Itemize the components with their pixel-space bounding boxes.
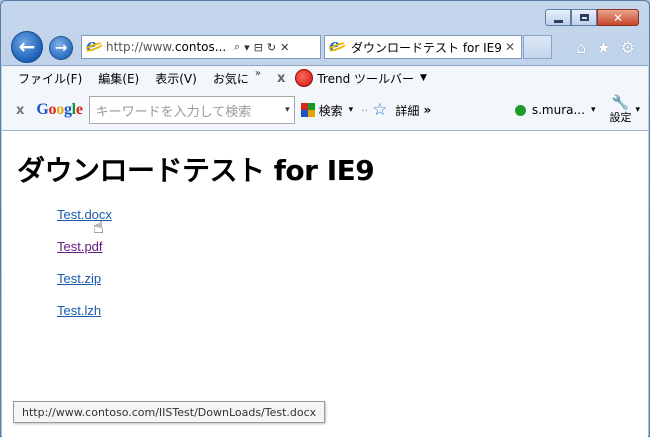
menu-edit[interactable]: 編集(E) [98,70,139,87]
browser-window: ✕ ← → e http://www.contos... ⌕ ▾ ⊟ ↻ ✕ e… [0,0,650,437]
list-item: Test.zip [57,271,112,303]
maximize-button[interactable] [571,9,597,26]
forward-arrow-icon: → [54,38,68,57]
page-content: ダウンロードテスト for IE9 Test.docx Test.pdf Tes… [2,131,648,437]
google-settings-dropdown-icon[interactable]: ▾ [635,105,640,115]
google-more-chevron-icon[interactable]: » [423,103,431,117]
download-link-zip[interactable]: Test.zip [57,271,101,286]
menu-more-chevron-icon[interactable]: » [255,68,261,79]
download-link-pdf[interactable]: Test.pdf [57,239,103,254]
hand-pointer-cursor-icon: ☝ [93,217,104,238]
bookmark-star-icon[interactable]: ☆ [372,100,387,120]
menu-close-icon[interactable]: x [277,71,285,86]
new-tab-button[interactable] [523,35,552,59]
back-button[interactable]: ← [11,31,43,63]
tab-title: ダウンロードテスト for IE9 [351,40,502,55]
list-item: Test.pdf [57,239,112,271]
google-search-button[interactable]: 検索 [319,102,343,119]
maximize-icon [580,14,589,21]
tab-ie-icon: e [326,36,348,56]
gear-icon[interactable]: ⚙ [621,38,635,57]
compatibility-view-icon[interactable]: ⊟ [254,41,263,54]
google-user-button[interactable]: s.mura... [532,103,585,117]
back-arrow-icon: ← [18,34,36,59]
ie-page-icon: e [83,36,105,56]
minimize-icon [554,20,563,23]
address-url[interactable]: http://www.contos... [106,40,230,54]
trend-toolbar-label[interactable]: Trend ツールバー [317,70,414,87]
browser-command-icons: ⌂ ★ ⚙ [576,38,635,57]
stop-icon[interactable]: ✕ [280,41,289,54]
menu-file[interactable]: ファイル(F) [18,70,82,87]
page-title: ダウンロードテスト for IE9 [17,154,375,187]
menu-favorites[interactable]: お気に [213,70,249,87]
list-item: Test.lzh [57,303,112,335]
status-bar-url: http://www.contoso.com/IISTest/DownLoads… [13,401,326,423]
google-logo: Google [36,101,83,118]
navigation-row: ← → e http://www.contos... ⌕ ▾ ⊟ ↻ ✕ e ダ… [1,29,649,65]
home-icon[interactable]: ⌂ [576,38,586,57]
google-toolbar-close-icon[interactable]: x [16,103,24,118]
toolbar-separator: ·· [361,103,369,117]
address-dropdown-icon[interactable]: ▾ [244,41,250,54]
google-search-dropdown-icon[interactable]: ▾ [285,105,290,115]
minimize-button[interactable] [545,9,571,26]
google-settings-label: 設定 [609,110,632,124]
google-settings-button[interactable]: 🔧 設定 [609,95,632,124]
menu-view[interactable]: 表示(V) [155,70,197,87]
download-link-lzh[interactable]: Test.lzh [57,303,101,318]
google-search-placeholder: キーワードを入力して検索 [95,104,252,120]
google-toolbar: x Google キーワードを入力して検索 ▾ 検索 ▾ ·· ☆ 詳細 » s… [2,90,648,131]
close-icon: ✕ [612,10,624,25]
google-user-dropdown-icon[interactable]: ▾ [591,105,596,115]
google-search-icon [300,103,315,117]
close-window-button[interactable]: ✕ [597,9,639,26]
google-search-input[interactable]: キーワードを入力して検索 ▾ [88,96,295,124]
tab-close-icon[interactable]: ✕ [505,40,515,54]
address-tools: ⌕ ▾ ⊟ ↻ ✕ [234,40,289,54]
wrench-icon: 🔧 [611,95,630,112]
trend-micro-icon [295,69,314,87]
forward-button[interactable]: → [49,36,73,60]
trend-dropdown-icon[interactable]: ▼ [420,73,427,83]
address-search-icon[interactable]: ⌕ [234,40,240,54]
window-caption-buttons: ✕ [545,9,639,26]
refresh-icon[interactable]: ↻ [267,41,276,54]
user-status-icon [514,104,526,116]
favorites-star-icon[interactable]: ★ [596,38,610,57]
google-search-button-dropdown-icon[interactable]: ▾ [349,105,354,115]
google-detail-button[interactable]: 詳細 [395,102,419,119]
address-bar[interactable]: e http://www.contos... ⌕ ▾ ⊟ ↻ ✕ [81,35,321,59]
menu-bar: ファイル(F) 編集(E) 表示(V) お気に » x Trend ツールバー … [2,65,648,90]
tab-active[interactable]: e ダウンロードテスト for IE9 ✕ [324,35,522,59]
